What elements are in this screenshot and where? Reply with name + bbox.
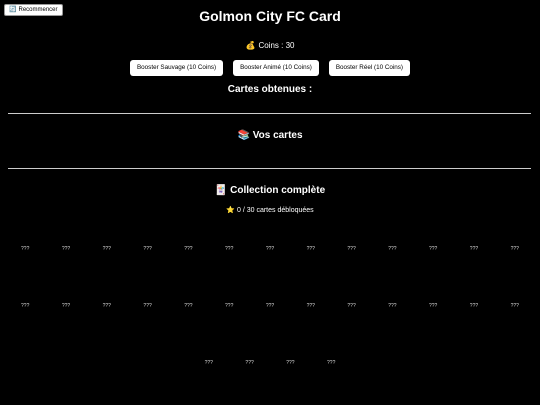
locked-card: ???: [102, 245, 111, 252]
my-cards-heading: 📚 Vos cartes: [0, 130, 540, 141]
books-icon: 📚: [237, 130, 250, 141]
collection-heading: 🃏 Collection complète: [0, 185, 540, 196]
booster-anime-button[interactable]: Booster Animé (10 Coins): [233, 60, 319, 76]
coins-label: Coins : 30: [258, 41, 295, 50]
collection-title: Collection complète: [230, 185, 326, 196]
locked-card: ???: [245, 359, 254, 366]
locked-card: ???: [61, 302, 71, 309]
booster-reel-button[interactable]: Booster Réel (10 Coins): [328, 60, 411, 76]
locked-card: ???: [347, 245, 356, 252]
my-cards-title: Vos cartes: [252, 130, 303, 141]
divider: [8, 113, 531, 114]
page-title: Golmon City FC Card: [199, 8, 341, 24]
locked-card: ???: [306, 302, 315, 309]
locked-card: ???: [102, 302, 111, 309]
locked-card: ???: [184, 302, 193, 309]
locked-card: ???: [184, 245, 193, 252]
collection-grid: ????????????????????????????????????????…: [4, 220, 536, 391]
locked-card: ???: [388, 302, 397, 309]
card-icon: 🃏: [214, 185, 228, 196]
locked-card: ???: [469, 302, 479, 309]
locked-card: ???: [204, 359, 213, 366]
locked-card: ???: [286, 359, 295, 366]
locked-card: ???: [225, 245, 234, 252]
locked-card: ???: [143, 302, 152, 309]
locked-card: ???: [265, 245, 275, 252]
locked-card: ???: [225, 302, 234, 309]
money-bag-icon: 💰: [245, 41, 256, 50]
locked-card: ???: [469, 245, 479, 252]
locked-card: ???: [429, 302, 438, 309]
progress-label: 0 / 30 cartes débloquées: [237, 207, 314, 214]
obtained-cards-title: Cartes obtenues :: [227, 84, 313, 95]
locked-card: ???: [327, 359, 336, 366]
locked-card: ???: [429, 245, 438, 252]
booster-buttons: Booster Sauvage (10 Coins) Booster Animé…: [0, 60, 540, 76]
locked-card: ???: [347, 302, 356, 309]
locked-card: ???: [265, 302, 275, 309]
locked-card: ???: [61, 245, 71, 252]
locked-card: ???: [306, 245, 315, 252]
locked-card: ???: [21, 245, 30, 252]
booster-sauvage-button[interactable]: Booster Sauvage (10 Coins): [129, 60, 224, 76]
locked-card: ???: [510, 302, 519, 309]
locked-card: ???: [388, 245, 397, 252]
coins-display: 💰 Coins : 30: [0, 41, 540, 50]
locked-card: ???: [21, 302, 30, 309]
locked-card: ???: [510, 245, 519, 252]
collection-progress: ⭐ 0 / 30 cartes débloquées: [0, 206, 540, 214]
star-icon: ⭐: [226, 207, 236, 214]
locked-card: ???: [143, 245, 152, 252]
divider: [8, 168, 531, 169]
